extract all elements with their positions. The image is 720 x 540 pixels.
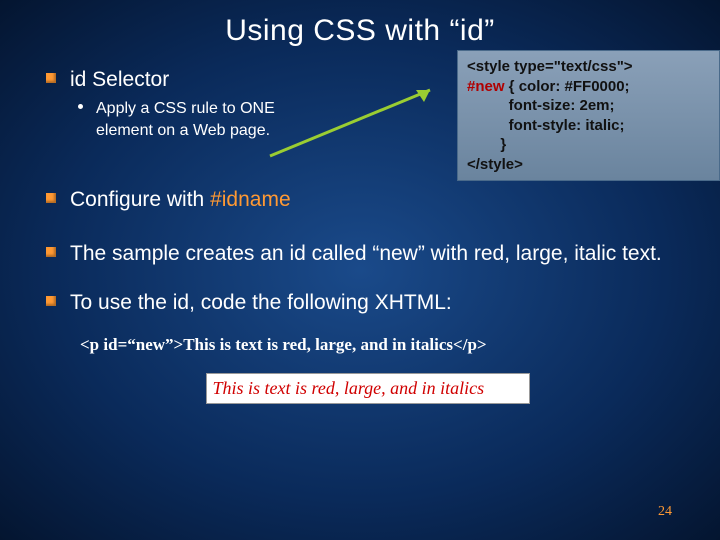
example-code: <p id=“new”>This is text is red, large, … [80, 335, 665, 355]
bullet-icon [46, 247, 56, 257]
sub-bullet-1-text: Apply a CSS rule to ONE element on a Web… [96, 98, 306, 141]
idname-highlight: #idname [210, 188, 291, 211]
bullet-1-text: id Selector [70, 66, 665, 94]
bullet-2: Configure with #idname [70, 186, 665, 214]
bullet-icon [46, 73, 56, 83]
bullet-4: To use the id, code the following XHTML: [70, 289, 665, 317]
page-number: 24 [658, 504, 672, 520]
bullet-2-text: Configure with #idname [70, 186, 665, 214]
sub-bullet-1: Apply a CSS rule to ONE element on a Web… [96, 98, 665, 141]
bullet-1: id Selector Apply a CSS rule to ONE elem… [70, 66, 665, 176]
bullet-icon [46, 193, 56, 203]
rendered-output: This is text is red, large, and in itali… [206, 373, 530, 404]
bullet-icon [46, 296, 56, 306]
bullet-3: The sample creates an id called “new” wi… [70, 240, 665, 268]
slide-body: <style type="text/css"> #new { color: #F… [0, 48, 720, 404]
sub-bullet-icon [78, 104, 83, 109]
bullet-4-text: To use the id, code the following XHTML: [70, 289, 665, 317]
bullet-3-text: The sample creates an id called “new” wi… [70, 240, 665, 268]
slide-title: Using CSS with “id” [0, 0, 720, 48]
